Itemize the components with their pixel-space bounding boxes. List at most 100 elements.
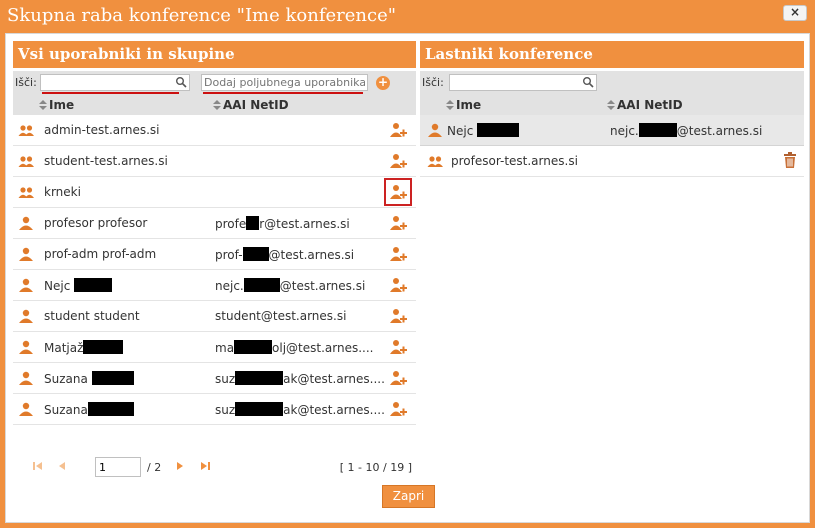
dialog-title: Skupna raba konference "Ime konference" [7, 5, 397, 26]
redaction [638, 123, 677, 137]
user-icon [19, 340, 33, 354]
user-icon [19, 247, 33, 261]
redaction [246, 216, 260, 230]
redaction [234, 340, 273, 354]
row-netid: ma olj@test.arnes.... [215, 340, 374, 355]
redaction [242, 247, 269, 261]
group-icon [18, 187, 34, 198]
all-users-panel: Vsi uporabniki in skupine Išči: + Ime AA… [13, 41, 416, 449]
page-number-input-box[interactable] [95, 457, 141, 477]
row-name: prof-adm prof-adm [44, 247, 157, 261]
sort-icon [39, 100, 47, 110]
row-netid: nejc. @test.arnes.si [610, 123, 763, 138]
row-name: Suzana [44, 402, 134, 417]
user-icon [19, 216, 33, 230]
row-netid: suz ak@test.arnes.... [215, 371, 385, 386]
spell-underline [42, 92, 179, 94]
group-icon [18, 156, 34, 167]
add-user-icon[interactable] [384, 178, 412, 206]
add-user-icon[interactable] [389, 338, 407, 356]
pagination: / 2 [ 1 - 10 / 19 ] [13, 449, 416, 483]
add-user-icon[interactable] [389, 307, 407, 325]
right-search-bar: Išči: [420, 71, 804, 95]
table-row[interactable]: Matjaž ma olj@test.arnes.... [13, 332, 416, 363]
add-circle-icon[interactable]: + [376, 76, 390, 90]
search-icon [176, 77, 187, 88]
user-icon [428, 123, 442, 137]
right-column-header: Ime AAI NetID [420, 95, 804, 115]
page-range: [ 1 - 10 / 19 ] [339, 461, 412, 474]
redaction [235, 402, 284, 416]
add-user-input[interactable] [202, 75, 367, 90]
left-rows: admin-test.arnes.si student-test.arnes.s… [13, 115, 416, 425]
table-row[interactable]: profesor-test.arnes.si [420, 146, 804, 177]
row-netid: suz ak@test.arnes.... [215, 402, 385, 417]
sort-icon [213, 100, 221, 110]
add-user-icon[interactable] [389, 400, 407, 418]
row-netid: profe r@test.arnes.si [215, 216, 350, 231]
row-name: Nejc [447, 123, 520, 138]
last-page-icon[interactable] [198, 460, 212, 472]
right-search-input[interactable] [450, 75, 596, 90]
right-search-input-box[interactable] [449, 74, 597, 91]
right-search-label: Išči: [422, 76, 444, 89]
table-row[interactable]: Suzana suz ak@test.arnes.... [13, 363, 416, 394]
redaction [235, 371, 284, 385]
close-icon[interactable]: × [783, 5, 807, 21]
group-icon [18, 125, 34, 136]
page-number-input[interactable] [96, 458, 140, 476]
add-user-icon[interactable] [389, 276, 407, 294]
table-row[interactable]: prof-adm prof-adm prof- @test.arnes.si [13, 239, 416, 270]
add-user-icon[interactable] [389, 214, 407, 232]
left-search-bar: Išči: + [13, 71, 416, 95]
add-user-icon[interactable] [389, 369, 407, 387]
redaction [83, 340, 124, 354]
add-user-icon[interactable] [389, 152, 407, 170]
left-search-input-box[interactable] [40, 74, 190, 91]
table-row[interactable]: admin-test.arnes.si [13, 115, 416, 146]
redaction [74, 278, 113, 292]
add-user-input-box[interactable] [201, 74, 368, 91]
add-user-icon[interactable] [389, 121, 407, 139]
row-name: profesor-test.arnes.si [451, 154, 578, 168]
table-row[interactable]: student-test.arnes.si [13, 146, 416, 177]
col-netid-header[interactable]: AAI NetID [213, 98, 289, 112]
prev-page-icon[interactable] [55, 460, 69, 472]
redaction [243, 278, 280, 292]
spell-underline [203, 92, 363, 94]
row-name: student-test.arnes.si [44, 154, 168, 168]
table-row[interactable]: Suzana suz ak@test.arnes.... [13, 394, 416, 425]
row-name: krneki [44, 185, 81, 199]
first-page-icon[interactable] [31, 460, 45, 472]
row-netid: student@test.arnes.si [215, 309, 347, 323]
user-icon [19, 402, 33, 416]
conference-owners-panel: Lastniki konference Išči: Ime AAI NetID … [420, 41, 804, 449]
row-name: Matjaž [44, 340, 124, 355]
trash-icon[interactable] [783, 152, 797, 168]
dialog-content: Vsi uporabniki in skupine Išči: + Ime AA… [5, 33, 810, 523]
user-icon [19, 278, 33, 292]
col-name-header[interactable]: Ime [39, 98, 74, 112]
search-icon [583, 77, 594, 88]
table-row[interactable]: student student student@test.arnes.si [13, 301, 416, 332]
redaction [87, 402, 134, 416]
row-name: profesor profesor [44, 216, 148, 230]
table-row[interactable]: Nejc nejc. @test.arnes.si [13, 270, 416, 301]
user-icon [19, 371, 33, 385]
col-netid-header[interactable]: AAI NetID [607, 98, 683, 112]
table-row[interactable]: krneki [13, 177, 416, 208]
close-button[interactable]: Zapri [382, 485, 435, 508]
user-icon [19, 309, 33, 323]
owners-title: Lastniki konference [420, 41, 804, 68]
table-row[interactable]: profesor profesor profe r@test.arnes.si [13, 208, 416, 239]
next-page-icon[interactable] [173, 460, 187, 472]
table-row[interactable]: Nejc nejc. @test.arnes.si [420, 115, 804, 146]
redaction [477, 123, 520, 137]
add-user-icon[interactable] [389, 245, 407, 263]
col-name-header[interactable]: Ime [446, 98, 481, 112]
row-name: student student [44, 309, 140, 323]
group-icon [427, 156, 443, 167]
row-name: Suzana [44, 371, 134, 386]
left-search-input[interactable] [41, 75, 189, 90]
row-netid: nejc. @test.arnes.si [215, 278, 366, 293]
